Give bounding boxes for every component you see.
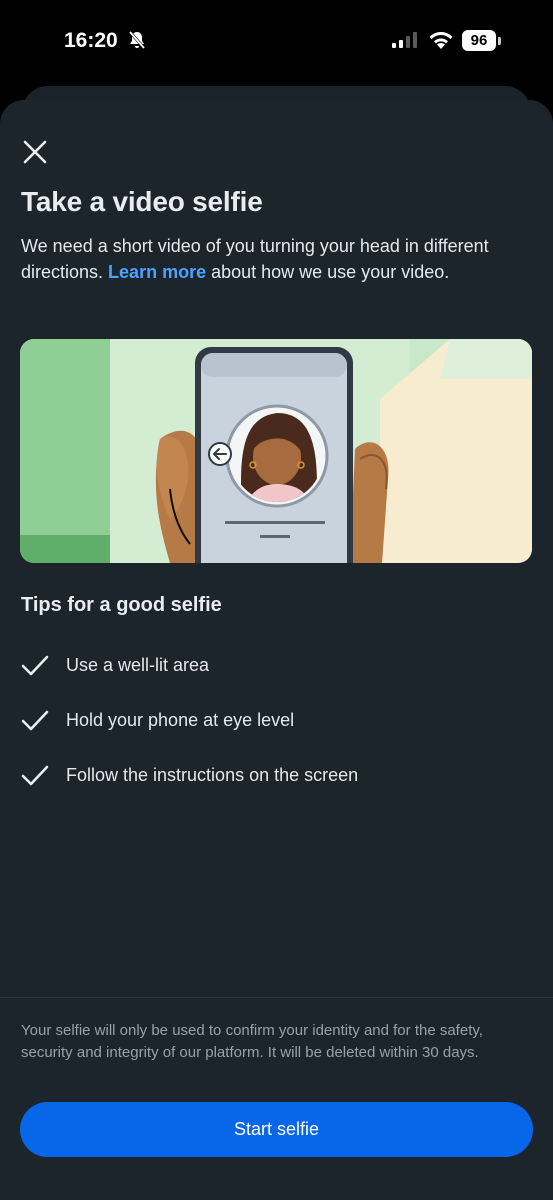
tips-heading: Tips for a good selfie (21, 594, 222, 616)
privacy-disclaimer: Your selfie will only be used to confirm… (21, 1022, 483, 1061)
description: We need a short video of you turning you… (21, 233, 531, 285)
status-bar: 16:20 96 (0, 0, 553, 84)
phone-selfie-illustration (20, 339, 532, 563)
tip-item: Follow the instructions on the screen (21, 762, 521, 792)
learn-more-link[interactable]: Learn more (108, 262, 206, 282)
tip-item: Use a well-lit area (21, 652, 521, 682)
tip-label: Follow the instructions on the screen (66, 765, 359, 785)
start-selfie-button[interactable]: Start selfie (20, 1102, 533, 1157)
battery-level: 96 (462, 30, 496, 51)
muted-bell-icon (128, 31, 146, 49)
checkmark-icon (21, 710, 49, 731)
tip-label: Hold your phone at eye level (66, 710, 295, 730)
close-icon[interactable] (22, 139, 48, 165)
tip-item: Hold your phone at eye level (21, 707, 521, 737)
checkmark-icon (21, 655, 49, 676)
checkmark-icon (21, 765, 49, 786)
description-text-end: about how we use your video. (206, 262, 450, 282)
page-title: Take a video selfie (21, 186, 263, 217)
battery-tip (498, 37, 501, 45)
wifi-icon (429, 31, 453, 49)
status-time: 16:20 (64, 29, 118, 52)
tip-label: Use a well-lit area (66, 655, 210, 675)
cellular-signal-icon (392, 32, 417, 48)
footer-divider (0, 997, 553, 998)
